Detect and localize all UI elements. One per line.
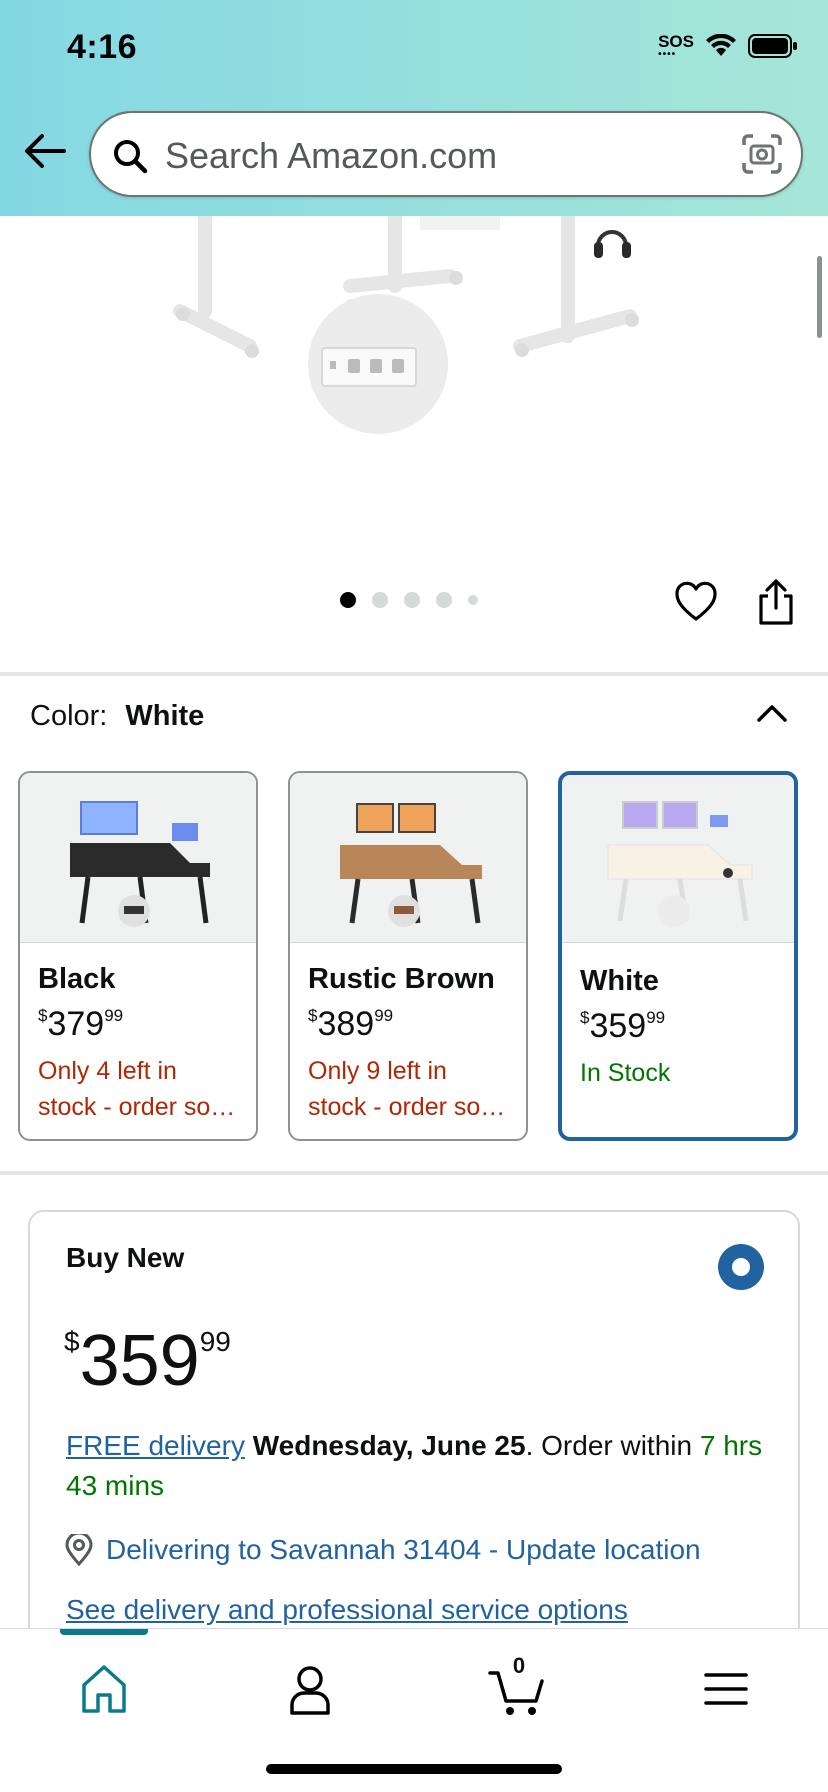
stock-line-1: Only 9 left in bbox=[308, 1057, 447, 1085]
black-desk-thumbnail bbox=[70, 801, 210, 927]
desk-image-illustration bbox=[173, 216, 639, 434]
screen: 4:16 SOS •••• Search Amazon.com Color: W… bbox=[0, 0, 828, 1792]
price-fraction: 99 bbox=[646, 1008, 666, 1027]
menu-icon[interactable] bbox=[696, 1659, 756, 1719]
stock-line-2: stock - order soon. bbox=[38, 1093, 238, 1121]
option-name: Rustic Brown bbox=[308, 963, 495, 995]
delivery-date: Wednesday, June 25 bbox=[252, 1430, 526, 1461]
color-label: Color: bbox=[30, 700, 108, 732]
delivery-location-link[interactable]: Delivering to Savannah 31404 - Update lo… bbox=[64, 1534, 701, 1566]
order-within-label: . Order within bbox=[525, 1430, 700, 1461]
stock-line-1: In Stock bbox=[580, 1059, 671, 1087]
divider bbox=[0, 672, 828, 676]
option-stock: In Stock bbox=[580, 1055, 780, 1091]
price-fraction: 99 bbox=[199, 1326, 231, 1357]
option-name: Black bbox=[38, 963, 116, 995]
header: 4:16 SOS •••• Search Amazon.com bbox=[0, 0, 828, 216]
color-option-black[interactable]: Black $37999 Only 4 left in stock - order… bbox=[18, 771, 258, 1141]
status-time: 4:16 bbox=[67, 28, 138, 66]
swatch-thumbnail bbox=[20, 773, 256, 943]
option-stock: Only 9 left in stock - order soon. bbox=[308, 1053, 508, 1125]
product-image[interactable] bbox=[0, 216, 828, 556]
currency-symbol: $ bbox=[64, 1326, 80, 1357]
camera-lens-icon[interactable] bbox=[741, 133, 783, 175]
see-delivery-options-link[interactable]: See delivery and professional service op… bbox=[66, 1594, 628, 1626]
buy-new-radio[interactable] bbox=[718, 1244, 764, 1290]
color-option-white[interactable]: White $35999 In Stock bbox=[558, 771, 798, 1141]
carousel-dot[interactable] bbox=[404, 592, 420, 608]
sos-indicator: SOS •••• bbox=[658, 32, 694, 60]
share-icon[interactable] bbox=[756, 578, 796, 626]
price-whole: 359 bbox=[79, 1321, 200, 1401]
status-icons: SOS •••• bbox=[658, 32, 798, 60]
buy-new-title: Buy New bbox=[66, 1242, 185, 1273]
color-selected-value: White bbox=[125, 700, 205, 732]
sos-dots-icon: •••• bbox=[658, 49, 677, 60]
buy-price: $35999 bbox=[64, 1320, 231, 1402]
price-whole: 389 bbox=[317, 1005, 375, 1043]
price-fraction: 99 bbox=[374, 1006, 394, 1025]
carousel-dot[interactable] bbox=[340, 592, 356, 608]
delivery-info: FREE delivery Wednesday, June 25. Order … bbox=[66, 1426, 766, 1506]
price-whole: 359 bbox=[589, 1007, 647, 1045]
back-arrow-icon[interactable] bbox=[22, 128, 68, 174]
currency-symbol: $ bbox=[580, 1008, 590, 1027]
brown-desk-thumbnail bbox=[340, 803, 482, 927]
carousel-dot[interactable] bbox=[372, 592, 388, 608]
carousel-dot[interactable] bbox=[468, 595, 478, 605]
location-pin-icon bbox=[65, 1534, 93, 1566]
home-indicator[interactable] bbox=[266, 1764, 562, 1774]
option-name: White bbox=[580, 965, 659, 997]
swatch-thumbnail bbox=[562, 775, 794, 943]
currency-symbol: $ bbox=[38, 1006, 48, 1025]
white-desk-thumbnail bbox=[607, 801, 753, 927]
scrollbar[interactable] bbox=[817, 256, 822, 338]
search-input[interactable]: Search Amazon.com bbox=[165, 135, 497, 177]
location-text[interactable]: Delivering to Savannah 31404 - Update lo… bbox=[106, 1534, 701, 1566]
color-option-rustic-brown[interactable]: Rustic Brown $38999 Only 9 left in stock … bbox=[288, 771, 528, 1141]
option-stock: Only 4 left in stock - order soon. bbox=[38, 1053, 238, 1125]
active-tab-indicator bbox=[60, 1629, 148, 1635]
option-price: $38999 bbox=[308, 1005, 393, 1044]
price-fraction: 99 bbox=[104, 1006, 124, 1025]
price-whole: 379 bbox=[47, 1005, 105, 1043]
carousel-dot[interactable] bbox=[436, 592, 452, 608]
heart-icon[interactable] bbox=[674, 580, 718, 624]
account-icon[interactable] bbox=[280, 1659, 340, 1719]
swatch-thumbnail bbox=[290, 773, 526, 943]
chevron-up-icon[interactable] bbox=[756, 698, 788, 726]
cart-count: 0 bbox=[512, 1653, 526, 1678]
currency-symbol: $ bbox=[308, 1006, 318, 1025]
battery-icon bbox=[748, 34, 797, 58]
wifi-icon bbox=[706, 34, 736, 56]
search-bar[interactable]: Search Amazon.com bbox=[89, 111, 803, 197]
divider bbox=[0, 1171, 828, 1175]
home-icon[interactable] bbox=[74, 1659, 134, 1719]
free-delivery-link[interactable]: FREE delivery bbox=[66, 1430, 245, 1461]
search-icon bbox=[114, 140, 148, 174]
color-label-row: Color: White bbox=[30, 700, 204, 733]
cart-tab[interactable]: 0 bbox=[488, 1653, 548, 1719]
stock-line-2: stock - order soon. bbox=[308, 1093, 508, 1121]
option-price: $37999 bbox=[38, 1005, 123, 1044]
carousel-dots[interactable] bbox=[340, 592, 478, 608]
stock-line-1: Only 4 left in bbox=[38, 1057, 177, 1085]
option-price: $35999 bbox=[580, 1007, 665, 1046]
